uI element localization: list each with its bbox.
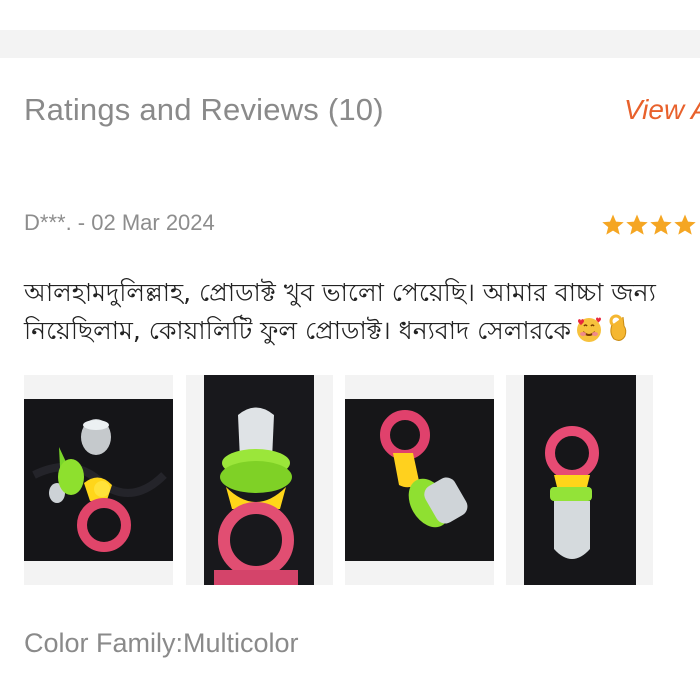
star-icon [626, 214, 648, 235]
pacifier-feeder-photo [345, 399, 494, 561]
review-text-line-1: আলহামদুলিল্লাহ, প্রোডাক্ট খুব ভালো পেয়ে… [24, 278, 656, 307]
section-title: Ratings and Reviews (10) [24, 92, 384, 127]
review-photo-1[interactable] [24, 375, 173, 585]
review-author-date: D***. - 02 Mar 2024 [24, 210, 215, 235]
star-rating [601, 213, 697, 242]
ok-hand-icon [607, 313, 629, 354]
top-separator-band [0, 0, 700, 58]
smiling-face-with-hearts-icon [575, 315, 603, 354]
star-icon [674, 214, 696, 235]
review-photo-2[interactable] [186, 375, 333, 585]
star-icon [650, 214, 672, 235]
pacifier-feeder-photo [524, 375, 636, 585]
review-photo-3[interactable] [345, 375, 494, 585]
top-strip [0, 0, 700, 30]
pacifier-feeder-photo [24, 399, 173, 561]
review-text-line-2: নিয়েছিলাম, কোয়ালিটি ফুল প্রোডাক্ট। ধন্… [24, 312, 700, 350]
star-icon [602, 214, 624, 235]
pacifier-feeder-photo [204, 375, 314, 585]
view-all-link[interactable]: View Al [624, 94, 700, 126]
review-text-line-2-text: নিয়েছিলাম, কোয়ালিটি ফুল প্রোডাক্ট। ধন্… [24, 316, 571, 345]
review-photo-4[interactable] [506, 375, 653, 585]
variant-info: Color Family:Multicolor [24, 628, 299, 658]
review-body: আলহামদুলিল্লাহ, প্রোডাক্ট খুব ভালো পেয়ে… [24, 274, 700, 350]
